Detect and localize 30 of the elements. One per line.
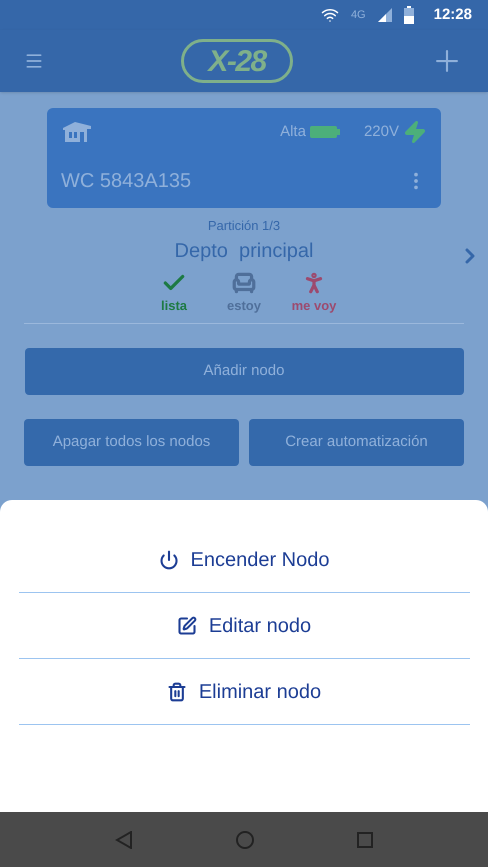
action-button[interactable]: Apagar todos los nodos [24,419,239,466]
seat-icon [231,270,257,296]
clock: 12:28 [434,4,472,25]
logo: X-28 [181,39,293,83]
device-card[interactable]: Alta 220V WC 5843A135 [47,108,441,208]
recents-icon[interactable] [356,832,373,848]
back-icon[interactable] [115,830,134,848]
wifi-icon [320,6,339,24]
device-name: WC 5843A135 [61,169,192,194]
sheet-option[interactable]: Editar nodo [176,610,312,640]
bolt-icon [403,120,427,144]
battery-level-icon [310,126,340,138]
network-label: 4G [350,8,366,23]
action-button[interactable]: Crear automatización [249,419,464,466]
power-icon [158,550,178,570]
sheet-option[interactable]: Encender Nodo [158,544,330,574]
partition-name: Depto principal [174,238,314,264]
battery-icon [404,6,414,24]
house-icon [61,120,93,144]
home-icon[interactable] [236,830,254,848]
mode-button[interactable]: lista [149,270,199,315]
add-node-button[interactable]: Añadir nodo [24,348,464,395]
signal-icon [378,8,392,22]
mode-button[interactable]: me voy [289,270,339,315]
trash-icon [166,682,187,702]
edit-icon [176,616,197,636]
partition-label: Partición 1/3 [208,217,280,235]
sheet-option[interactable]: Eliminar nodo [166,676,322,706]
signal-label: Alta [280,122,306,142]
voltage-label: 220V [364,122,399,142]
